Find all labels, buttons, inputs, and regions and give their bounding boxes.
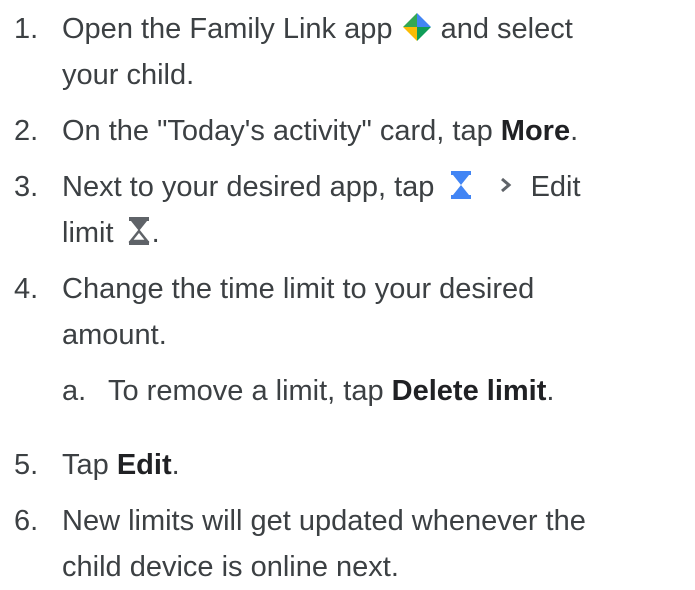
step-4a-letter: a. xyxy=(62,375,87,407)
step-3-line-2-text: limit xyxy=(62,217,114,249)
step-1-text: Open the Family Link app xyxy=(62,13,393,45)
step-5-line-1: Tap Edit. xyxy=(62,442,180,488)
step-5-end: . xyxy=(171,449,180,481)
step-2-number: 2. xyxy=(14,115,39,147)
step-3-tail: Edit xyxy=(530,171,581,203)
step-2-text: On the "Today's activity" card, tap xyxy=(62,115,493,147)
step-3-line-1: Next to your desired app, tap Edit xyxy=(62,164,581,210)
step-6-line-2: child device is online next. xyxy=(62,551,399,583)
step-4-line-1: Change the time limit to your desired xyxy=(62,273,535,305)
step-1-tail: and select xyxy=(440,13,573,45)
step-4-line-2: amount. xyxy=(62,319,167,351)
hourglass-icon xyxy=(126,215,152,247)
instruction-steps: 1. Open the Family Link app and select y… xyxy=(0,0,695,583)
step-4a-end: . xyxy=(546,375,555,407)
step-3-end: . xyxy=(151,217,160,249)
step-3-text: Next to your desired app, tap xyxy=(62,171,435,203)
more-label: More xyxy=(500,115,571,147)
step-6-number: 6. xyxy=(14,505,39,537)
step-1-number: 1. xyxy=(14,13,39,45)
family-link-app-icon xyxy=(401,11,433,43)
chevron-right-icon xyxy=(499,175,513,195)
step-2-end: . xyxy=(570,115,579,147)
step-3-number: 3. xyxy=(14,171,39,203)
step-5-number: 5. xyxy=(14,449,39,481)
step-3-line-2: limit . xyxy=(62,210,160,256)
edit-label: Edit xyxy=(116,449,172,481)
step-6-line-1: New limits will get updated whenever the xyxy=(62,505,586,537)
hourglass-icon xyxy=(448,169,474,201)
delete-limit-label: Delete limit xyxy=(391,375,547,407)
step-4a-text: To remove a limit, tap xyxy=(108,375,384,407)
step-5-text: Tap xyxy=(62,449,109,481)
step-1-line-2: your child. xyxy=(62,59,195,91)
step-1-line-1: Open the Family Link app and select xyxy=(62,6,573,52)
step-4-number: 4. xyxy=(14,273,39,305)
step-2-line-1: On the "Today's activity" card, tap More… xyxy=(62,108,578,154)
step-4a-line: To remove a limit, tap Delete limit. xyxy=(108,368,554,414)
